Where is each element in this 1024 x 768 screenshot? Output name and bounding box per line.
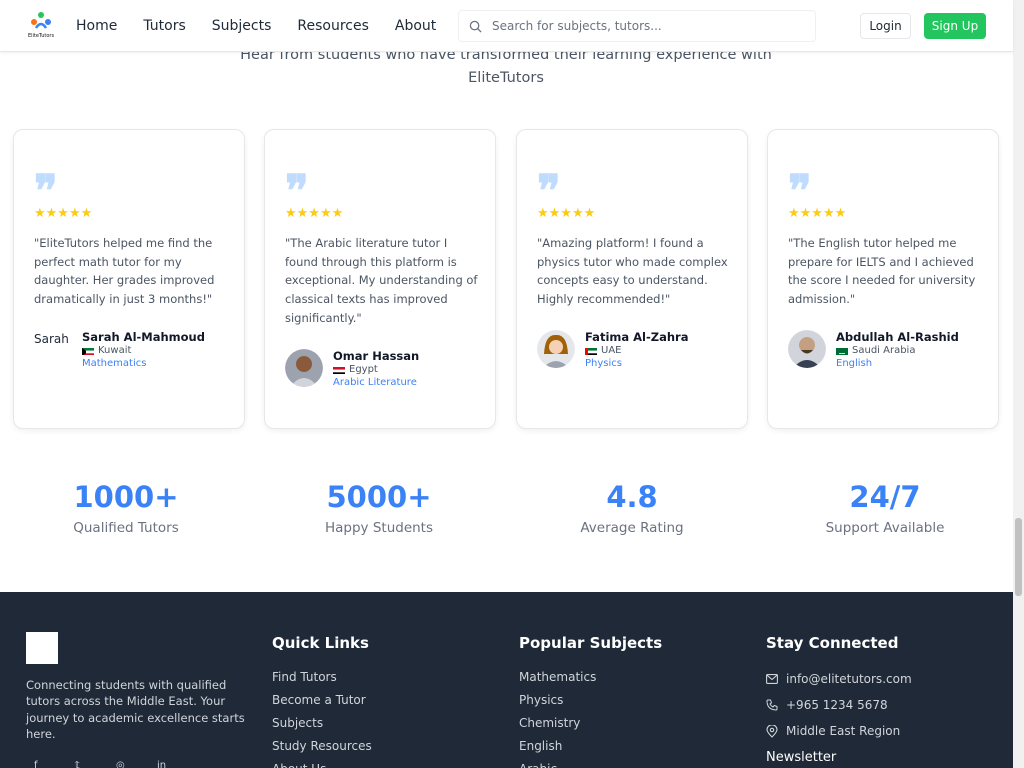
signup-button[interactable]: Sign Up: [924, 13, 986, 39]
stat-label: Support Available: [825, 520, 945, 536]
stat-value: 4.8: [606, 480, 658, 514]
testimonial-author: Abdullah Al-Rashid Saudi Arabia English: [788, 330, 959, 370]
stat-label: Qualified Tutors: [73, 520, 179, 536]
star-rating: ★★★★★: [285, 206, 344, 221]
testimonial-author: Sarah Sarah Al-Mahmoud Kuwait Mathematic…: [34, 330, 205, 370]
nav-about[interactable]: About: [395, 18, 436, 34]
footer-column-title: Popular Subjects: [519, 634, 663, 652]
avatar: [788, 330, 826, 368]
site-logo[interactable]: EliteTutors: [26, 10, 56, 42]
facebook-icon[interactable]: f: [34, 760, 48, 768]
main-nav: Home Tutors Subjects Resources About: [76, 0, 462, 52]
search-bar[interactable]: [458, 10, 816, 42]
site-footer: Connecting students with qualified tutor…: [0, 592, 1013, 768]
logo-mark-icon: [30, 10, 52, 32]
site-header: EliteTutors Home Tutors Subjects Resourc…: [0, 0, 1013, 52]
location-pin-icon: [766, 724, 778, 738]
uae-flag-icon: [585, 347, 597, 355]
stat-label: Happy Students: [324, 520, 434, 536]
footer-link[interactable]: Study Resources: [272, 735, 372, 758]
testimonial-text: "The Arabic literature tutor I found thr…: [285, 236, 478, 325]
author-name: Abdullah Al-Rashid: [836, 330, 959, 344]
stat-value: 24/7: [849, 480, 921, 514]
star-rating: ★★★★★: [788, 206, 847, 221]
author-subject: Physics: [585, 358, 622, 369]
footer-link[interactable]: Subjects: [272, 712, 372, 735]
footer-link[interactable]: English: [519, 735, 662, 758]
login-button[interactable]: Login: [860, 13, 911, 39]
nav-home[interactable]: Home: [76, 18, 117, 34]
testimonial-card: ❞ ★★★★★ "The English tutor helped me pre…: [767, 129, 999, 429]
author-subject: Arabic Literature: [333, 377, 417, 388]
avatar: [285, 349, 323, 387]
scrollbar-thumb[interactable]: [1015, 518, 1022, 596]
footer-quick-links: Quick Links Find Tutors Become a Tutor S…: [272, 634, 372, 768]
avatar: [537, 330, 575, 368]
saudi-flag-icon: [836, 347, 848, 355]
footer-link[interactable]: About Us: [272, 758, 372, 768]
stat-label: Average Rating: [580, 520, 684, 536]
footer-link[interactable]: Physics: [519, 689, 662, 712]
footer-stay-connected: Stay Connected info@elitetutors.com +965…: [766, 634, 912, 765]
search-input[interactable]: [492, 19, 792, 33]
page-scrollbar[interactable]: [1013, 0, 1024, 768]
stat-value: 1000+: [73, 480, 179, 514]
author-name: Omar Hassan: [333, 349, 420, 363]
linkedin-icon[interactable]: in: [157, 760, 171, 768]
nav-tutors[interactable]: Tutors: [143, 18, 185, 34]
footer-link[interactable]: Chemistry: [519, 712, 662, 735]
stat-rating: 4.8 Average Rating: [532, 478, 732, 536]
nav-subjects[interactable]: Subjects: [212, 18, 272, 34]
testimonial-author: Fatima Al-Zahra UAE Physics: [537, 330, 688, 370]
footer-column-title: Quick Links: [272, 634, 369, 652]
testimonial-author: Omar Hassan Egypt Arabic Literature: [285, 349, 419, 389]
author-country: Egypt: [333, 363, 419, 377]
stat-students: 5000+ Happy Students: [279, 478, 479, 536]
testimonial-text: "Amazing platform! I found a physics tut…: [537, 236, 728, 307]
footer-description: Connecting students with qualified tutor…: [26, 678, 245, 741]
stat-support: 24/7 Support Available: [785, 478, 985, 536]
egypt-flag-icon: [333, 366, 345, 374]
footer-popular-subjects: Popular Subjects Mathematics Physics Che…: [519, 634, 662, 768]
testimonial-text: "The English tutor helped me prepare for…: [788, 236, 976, 307]
footer-column-title: Stay Connected: [766, 634, 899, 652]
footer-phone[interactable]: +965 1234 5678: [766, 692, 912, 718]
author-country: UAE: [585, 344, 688, 358]
author-country: Kuwait: [82, 344, 205, 358]
social-links: f 𝕥 ◎ in: [34, 760, 198, 768]
newsletter-title: Newsletter: [766, 750, 837, 765]
footer-location: Middle East Region: [766, 718, 912, 744]
kuwait-flag-icon: [82, 347, 94, 355]
twitter-icon[interactable]: 𝕥: [75, 760, 89, 768]
search-icon: [469, 20, 482, 33]
footer-link[interactable]: Mathematics: [519, 666, 662, 689]
footer-logo[interactable]: [26, 632, 58, 664]
testimonial-card: ❞ ★★★★★ "The Arabic literature tutor I f…: [264, 129, 496, 429]
author-country: Saudi Arabia: [836, 344, 959, 358]
testimonial-text: "EliteTutors helped me find the perfect …: [34, 236, 215, 307]
footer-link[interactable]: Arabic: [519, 758, 662, 768]
phone-icon: [766, 699, 778, 711]
instagram-icon[interactable]: ◎: [116, 760, 130, 768]
footer-link[interactable]: Find Tutors: [272, 666, 372, 689]
author-name: Sarah Al-Mahmoud: [82, 330, 205, 344]
stat-tutors: 1000+ Qualified Tutors: [26, 478, 226, 536]
author-subject: Mathematics: [82, 358, 147, 369]
testimonial-card: ❞ ★★★★★ "EliteTutors helped me find the …: [13, 129, 245, 429]
star-rating: ★★★★★: [34, 206, 93, 221]
star-rating: ★★★★★: [537, 206, 596, 221]
testimonial-card: ❞ ★★★★★ "Amazing platform! I found a phy…: [516, 129, 748, 429]
nav-resources[interactable]: Resources: [297, 18, 369, 34]
footer-link[interactable]: Become a Tutor: [272, 689, 372, 712]
mail-icon: [766, 674, 778, 684]
footer-email[interactable]: info@elitetutors.com: [766, 666, 912, 692]
author-subject: English: [836, 358, 873, 369]
author-name: Fatima Al-Zahra: [585, 330, 689, 344]
logo-text: EliteTutors: [27, 33, 55, 39]
avatar: Sarah: [34, 330, 72, 368]
avatar-alt-text: Sarah: [34, 332, 69, 346]
stat-value: 5000+: [326, 480, 432, 514]
